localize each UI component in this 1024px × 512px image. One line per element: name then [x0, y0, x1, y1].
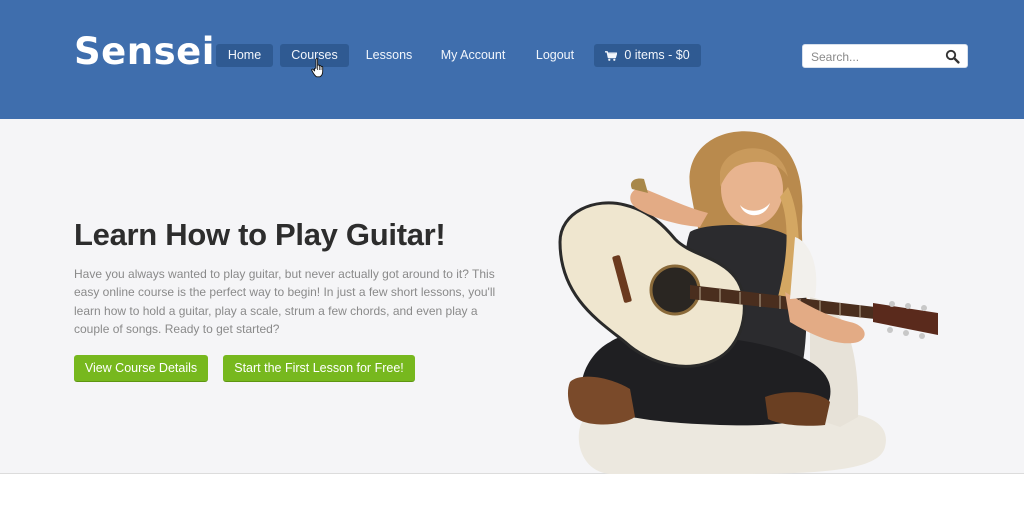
nav-item-lessons[interactable]: Lessons — [360, 44, 418, 67]
cart-label: 0 items - $0 — [624, 48, 690, 62]
cart-icon — [605, 50, 618, 61]
logo[interactable]: Sensei — [74, 30, 215, 73]
start-first-lesson-button[interactable]: Start the First Lesson for Free! — [223, 355, 415, 382]
search-box[interactable] — [802, 44, 968, 68]
content-area — [0, 475, 1024, 512]
nav-item-home[interactable]: Home — [216, 44, 273, 67]
site-header: Sensei Home Courses Lessons My Account L… — [0, 0, 1024, 119]
hero-section: Learn How to Play Guitar! Have you alway… — [0, 119, 1024, 474]
hero-description: Have you always wanted to play guitar, b… — [74, 267, 496, 336]
hero-title: Learn How to Play Guitar! — [74, 217, 446, 252]
hand-cursor-icon — [311, 58, 324, 78]
nav-item-my-account[interactable]: My Account — [433, 44, 513, 67]
hero-guitar-player-image — [558, 131, 938, 474]
cart-button[interactable]: 0 items - $0 — [594, 44, 701, 67]
search-input[interactable] — [811, 48, 941, 65]
nav-item-logout[interactable]: Logout — [528, 44, 582, 67]
search-icon[interactable] — [945, 49, 960, 64]
view-course-details-button[interactable]: View Course Details — [74, 355, 208, 382]
